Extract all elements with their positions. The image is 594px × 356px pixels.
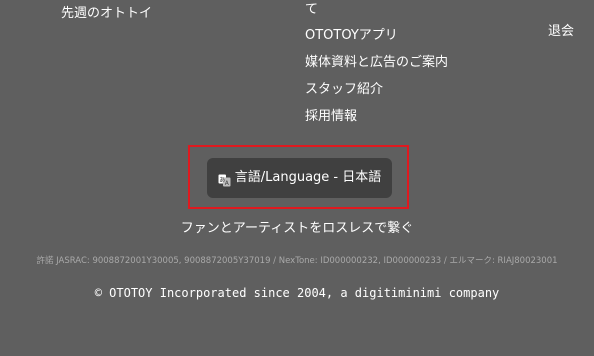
- language-icon: あ A: [218, 172, 231, 187]
- footer-link-media-kit[interactable]: 媒体資料と広告のご案内: [305, 55, 448, 71]
- rights-notice: 許諾 JASRAC: 9008872001Y30005, 9008872005Y…: [36, 256, 558, 266]
- footer-link-truncated[interactable]: て: [305, 2, 318, 18]
- language-label: 言語/Language - 日本語: [234, 170, 382, 185]
- footer: 先週のオトトイ て OTOTOYアプリ 媒体資料と広告のご案内 スタッフ紹介 採…: [0, 0, 594, 356]
- footer-link-weekly-ototoy[interactable]: 先週のオトトイ: [61, 6, 152, 22]
- footer-link-recruit[interactable]: 採用情報: [305, 109, 357, 125]
- copyright: © OTOTOY Incorporated since 2004, a digi…: [94, 286, 500, 300]
- footer-link-unsubscribe[interactable]: 退会: [548, 24, 574, 40]
- footer-link-ototoy-app[interactable]: OTOTOYアプリ: [305, 28, 398, 44]
- tagline: ファンとアーティストをロスレスで繋ぐ: [180, 221, 414, 236]
- language-select-button[interactable]: あ A 言語/Language - 日本語: [207, 158, 392, 198]
- footer-link-staff[interactable]: スタッフ紹介: [305, 82, 383, 98]
